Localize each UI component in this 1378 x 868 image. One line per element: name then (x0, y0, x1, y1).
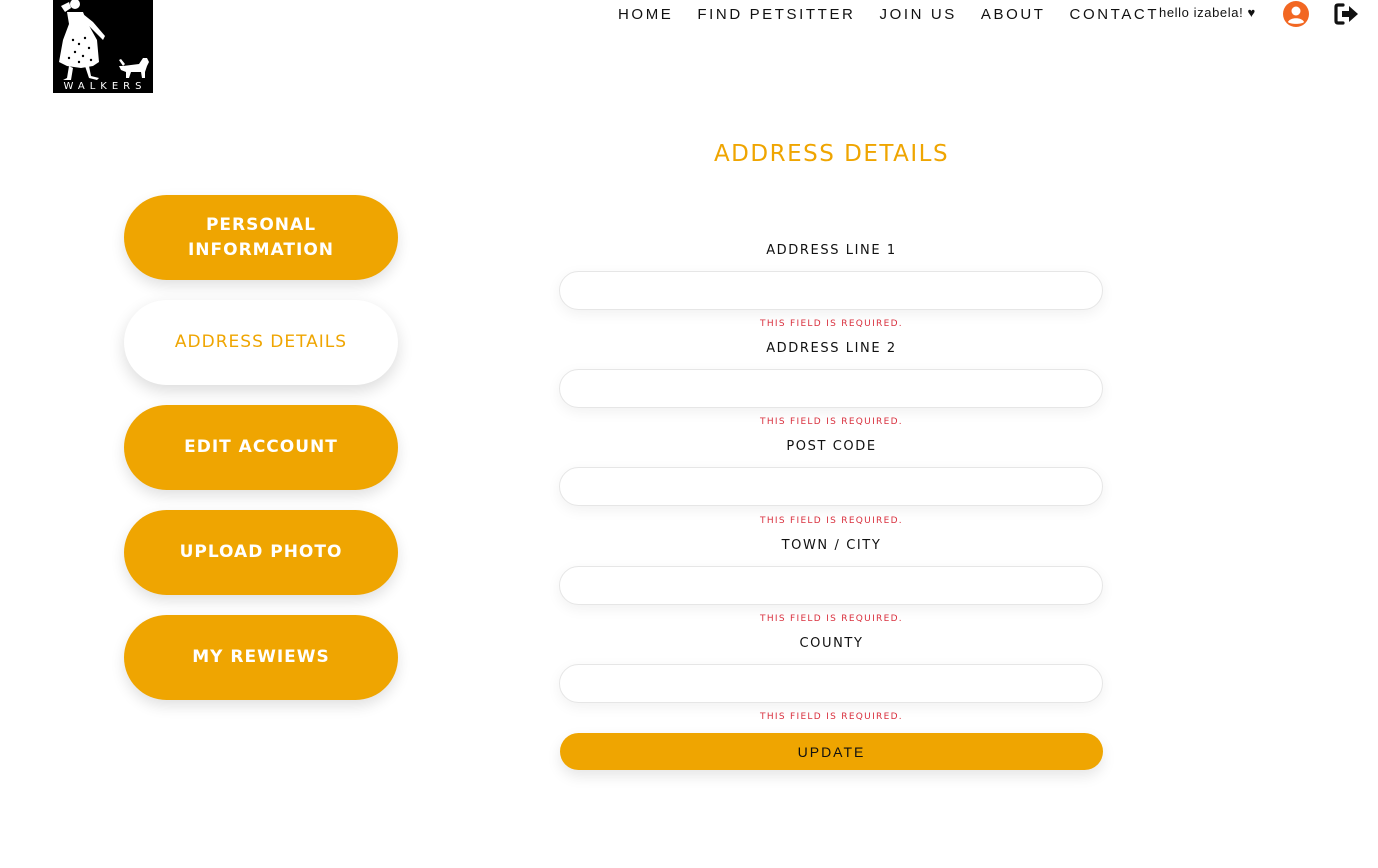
county-error: THIS FIELD IS REQUIRED. (760, 712, 903, 722)
nav-home[interactable]: HOME (618, 6, 673, 23)
nav-find-petsitter[interactable]: FIND PETSITTER (697, 6, 855, 23)
user-circle-icon[interactable] (1283, 1, 1309, 27)
sidebar-item-upload-photo[interactable]: UPLOAD PHOTO (124, 510, 398, 595)
user-greeting: hello izabela! ♥ (1159, 5, 1256, 20)
sign-out-icon[interactable] (1334, 2, 1360, 26)
sidebar-item-personal-information[interactable]: PERSONAL INFORMATION (124, 195, 398, 280)
post-code-label: POST CODE (786, 439, 877, 454)
post-code-error: THIS FIELD IS REQUIRED. (760, 516, 903, 526)
town-city-error: THIS FIELD IS REQUIRED. (760, 614, 903, 624)
nav-contact[interactable]: CONTACT (1070, 6, 1160, 23)
sidebar-item-address-details[interactable]: ADDRESS DETAILS (124, 300, 398, 385)
logo-text: WALKERS (63, 81, 147, 92)
sidebar-item-edit-account[interactable]: EDIT ACCOUNT (124, 405, 398, 490)
address-line-1-error: THIS FIELD IS REQUIRED. (760, 319, 903, 329)
update-button[interactable]: UPDATE (560, 733, 1103, 770)
town-city-label: TOWN / CITY (781, 538, 882, 553)
address-line-1-input[interactable] (559, 271, 1103, 310)
post-code-input[interactable] (559, 467, 1103, 506)
county-input[interactable] (559, 664, 1103, 703)
main-nav: HOME FIND PETSITTER JOIN US ABOUT CONTAC… (618, 5, 1159, 23)
nav-about[interactable]: ABOUT (981, 6, 1046, 23)
page-title: ADDRESS DETAILS (713, 141, 950, 167)
town-city-input[interactable] (559, 566, 1103, 605)
walkers-logo[interactable]: WALKERS (53, 0, 153, 93)
address-line-2-input[interactable] (559, 369, 1103, 408)
nav-join-us[interactable]: JOIN US (879, 6, 956, 23)
address-line-2-label: ADDRESS LINE 2 (766, 341, 897, 356)
address-line-1-label: ADDRESS LINE 1 (766, 243, 897, 258)
county-label: COUNTY (799, 636, 864, 651)
walker-with-dog-icon (59, 0, 149, 80)
sidebar-item-my-reviews[interactable]: MY REWIEWS (124, 615, 398, 700)
address-line-2-error: THIS FIELD IS REQUIRED. (760, 417, 903, 427)
